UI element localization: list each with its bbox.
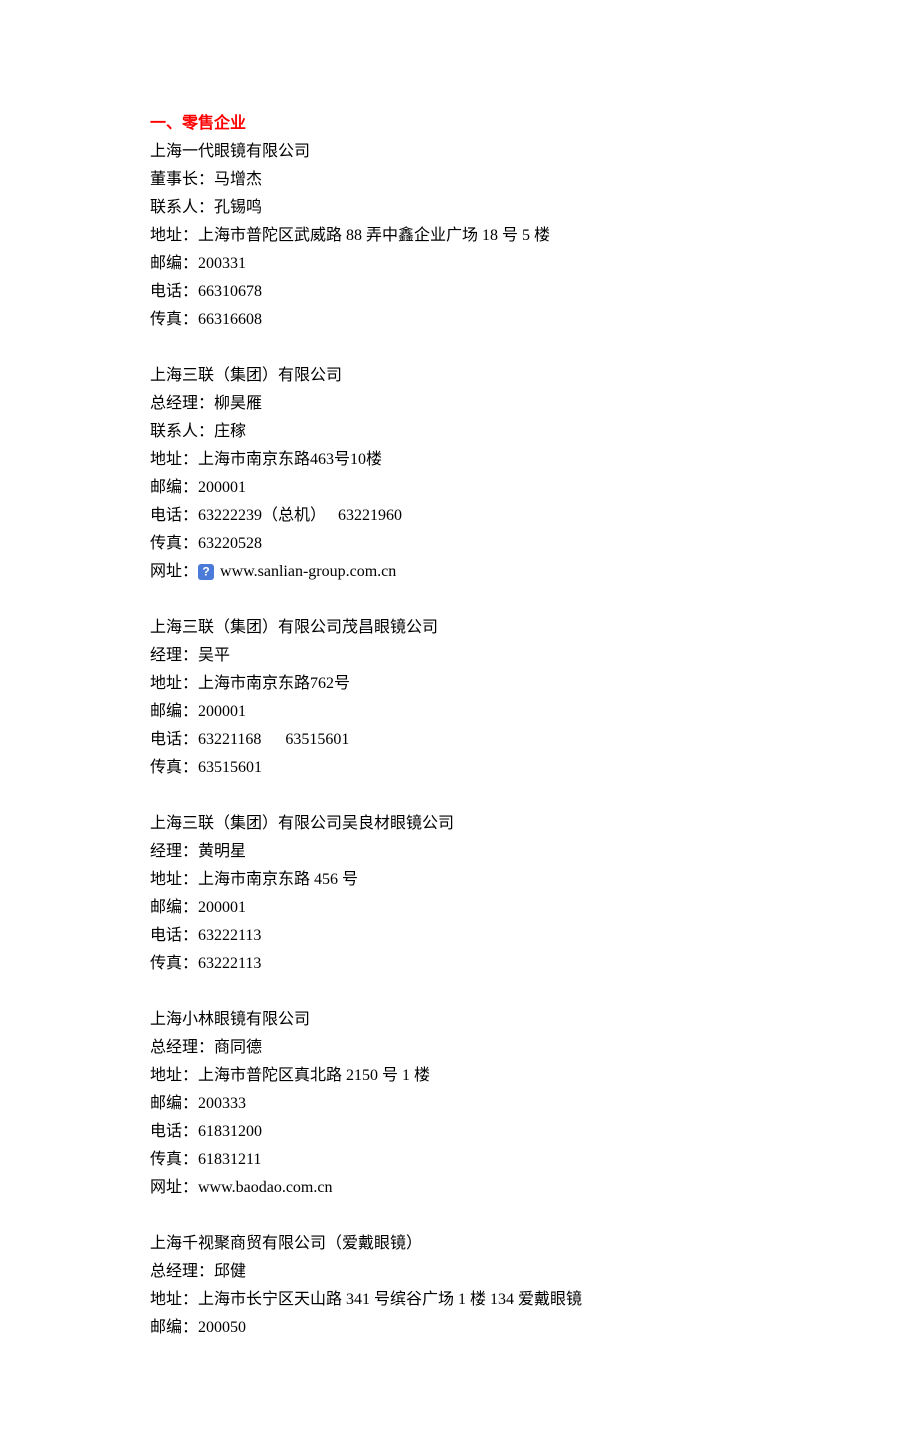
company-field: 邮编：200331 [150,250,770,278]
company-entry: 上海小林眼镜有限公司 总经理：商同德 地址：上海市普陀区真北路 2150 号 1… [150,1006,770,1202]
company-name: 上海小林眼镜有限公司 [150,1006,770,1034]
company-field: 传真：61831211 [150,1146,770,1174]
company-field: 总经理：邱健 [150,1258,770,1286]
company-field: 地址：上海市南京东路762号 [150,670,770,698]
company-field: 经理：吴平 [150,642,770,670]
company-field: 邮编：200001 [150,474,770,502]
company-website: 网址： www.sanlian-group.com.cn [150,558,770,586]
company-name: 上海一代眼镜有限公司 [150,138,770,166]
company-field: 邮编：200333 [150,1090,770,1118]
company-field: 邮编：200001 [150,698,770,726]
company-entry: 上海千视聚商贸有限公司（爱戴眼镜） 总经理：邱健 地址：上海市长宁区天山路 34… [150,1230,770,1342]
company-field: 地址：上海市南京东路 456 号 [150,866,770,894]
company-name: 上海三联（集团）有限公司茂昌眼镜公司 [150,614,770,642]
company-field: 邮编：200001 [150,894,770,922]
company-field: 地址：上海市南京东路463号10楼 [150,446,770,474]
company-entry: 上海一代眼镜有限公司 董事长：马增杰 联系人：孔锡鸣 地址：上海市普陀区武威路 … [150,138,770,334]
company-field: 网址：www.baodao.com.cn [150,1174,770,1202]
company-field: 电话：63222113 [150,922,770,950]
company-entry: 上海三联（集团）有限公司茂昌眼镜公司 经理：吴平 地址：上海市南京东路762号 … [150,614,770,782]
company-field: 经理：黄明星 [150,838,770,866]
company-field: 电话：63221168 63515601 [150,726,770,754]
company-field: 总经理：商同德 [150,1034,770,1062]
section-heading: 一、零售企业 [150,110,770,138]
company-entry: 上海三联（集团）有限公司 总经理：柳昊雁 联系人：庄稼 地址：上海市南京东路46… [150,362,770,586]
company-field: 电话：61831200 [150,1118,770,1146]
company-field: 地址：上海市普陀区武威路 88 弄中鑫企业广场 18 号 5 楼 [150,222,770,250]
company-name: 上海千视聚商贸有限公司（爱戴眼镜） [150,1230,770,1258]
website-label: 网址： [150,563,198,580]
company-field: 地址：上海市普陀区真北路 2150 号 1 楼 [150,1062,770,1090]
web-icon [198,564,214,580]
website-url[interactable]: www.sanlian-group.com.cn [220,563,396,580]
company-field: 电话：66310678 [150,278,770,306]
company-field: 电话：63222239（总机） 63221960 [150,502,770,530]
company-field: 邮编：200050 [150,1314,770,1342]
company-field: 传真：63222113 [150,950,770,978]
company-name: 上海三联（集团）有限公司 [150,362,770,390]
company-field: 联系人：孔锡鸣 [150,194,770,222]
company-entry: 上海三联（集团）有限公司吴良材眼镜公司 经理：黄明星 地址：上海市南京东路 45… [150,810,770,978]
company-field: 联系人：庄稼 [150,418,770,446]
company-field: 传真：63515601 [150,754,770,782]
company-field: 总经理：柳昊雁 [150,390,770,418]
company-field: 董事长：马增杰 [150,166,770,194]
company-field: 传真：63220528 [150,530,770,558]
company-name: 上海三联（集团）有限公司吴良材眼镜公司 [150,810,770,838]
company-field: 地址：上海市长宁区天山路 341 号缤谷广场 1 楼 134 爱戴眼镜 [150,1286,770,1314]
company-field: 传真：66316608 [150,306,770,334]
